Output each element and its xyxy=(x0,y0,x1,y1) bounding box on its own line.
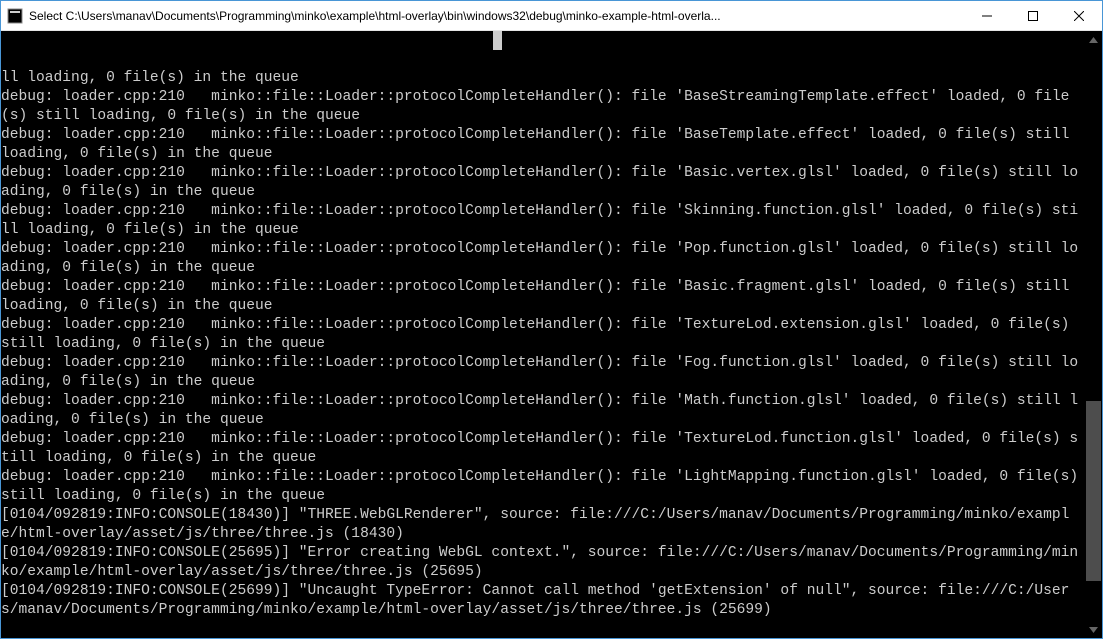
console-output[interactable]: ll loading, 0 file(s) in the queue debug… xyxy=(1,31,1085,638)
vertical-scrollbar[interactable] xyxy=(1085,31,1102,638)
close-button[interactable] xyxy=(1056,1,1102,30)
window-title: Select C:\Users\manav\Documents\Programm… xyxy=(29,9,964,23)
window-controls xyxy=(964,1,1102,30)
scroll-down-button[interactable] xyxy=(1085,621,1102,638)
maximize-button[interactable] xyxy=(1010,1,1056,30)
scroll-thumb[interactable] xyxy=(1086,401,1101,581)
console-text: ll loading, 0 file(s) in the queue debug… xyxy=(1,69,1085,620)
console-area: ll loading, 0 file(s) in the queue debug… xyxy=(1,31,1102,638)
scroll-up-button[interactable] xyxy=(1085,31,1102,48)
window-titlebar[interactable]: Select C:\Users\manav\Documents\Programm… xyxy=(1,1,1102,31)
app-icon xyxy=(7,8,23,24)
text-cursor xyxy=(493,31,502,50)
minimize-button[interactable] xyxy=(964,1,1010,30)
